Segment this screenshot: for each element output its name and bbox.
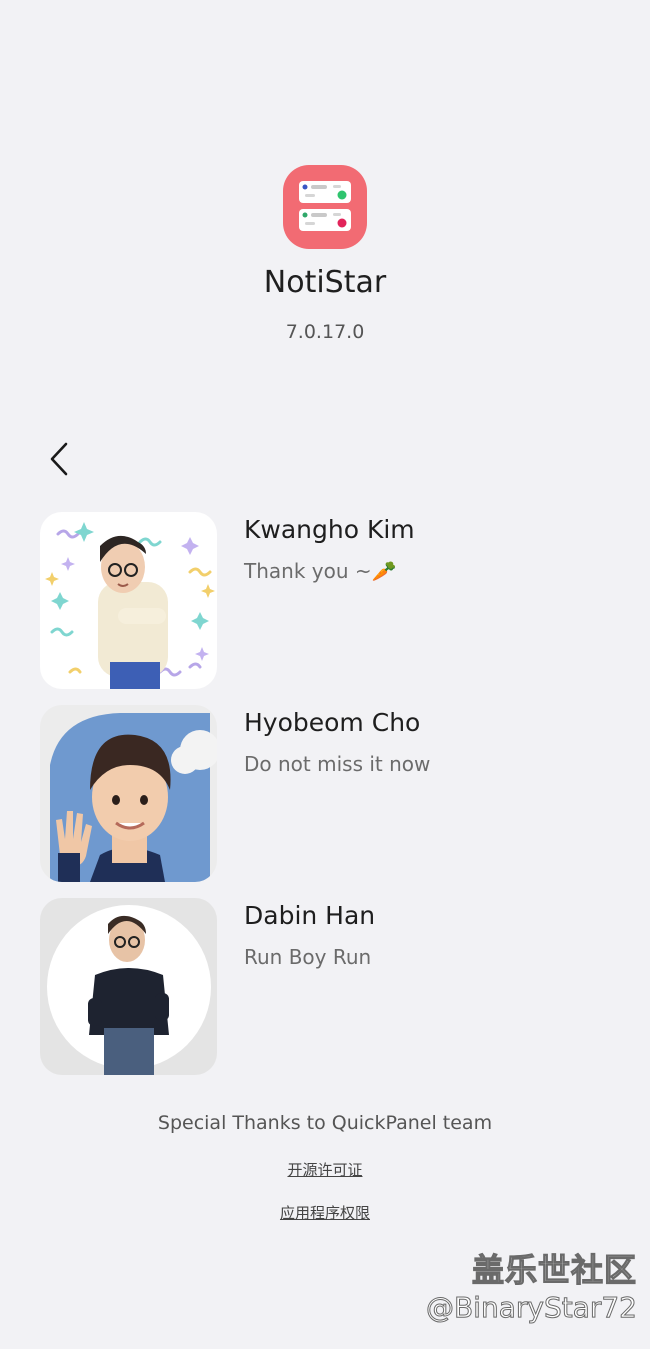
notistar-app-icon — [283, 165, 367, 249]
developer-message: Do not miss it now — [244, 752, 431, 776]
app-name: NotiStar — [263, 265, 387, 300]
app-version: 7.0.17.0 — [285, 321, 365, 343]
app-permissions-link[interactable]: 应用程序权限 — [0, 1202, 650, 1223]
back-button[interactable] — [44, 440, 76, 478]
developer-message: Thank you ~🥕 — [244, 559, 397, 583]
developer-card: Dabin Han Run Boy Run — [40, 898, 620, 1076]
watermark-title: 盖乐世社区 — [471, 1250, 637, 1289]
developer-card: Kwangho Kim Thank you ~🥕 — [40, 512, 620, 690]
special-thanks-text: Special Thanks to QuickPanel team — [157, 1112, 493, 1134]
waving-avatar — [40, 705, 217, 882]
chevron-left-icon — [50, 442, 68, 476]
watermark-handle: @BinaryStar72 — [425, 1291, 637, 1325]
developer-message: Run Boy Run — [244, 945, 372, 969]
confetti-avatar — [40, 512, 217, 689]
running-avatar — [40, 898, 217, 1075]
open-source-license-label[interactable]: 开源许可证 — [287, 1161, 362, 1179]
open-source-license-link[interactable]: 开源许可证 — [0, 1159, 650, 1180]
developer-name: Hyobeom Cho — [244, 708, 421, 737]
developer-name: Kwangho Kim — [244, 515, 415, 544]
app-permissions-label[interactable]: 应用程序权限 — [280, 1204, 370, 1222]
developer-name: Dabin Han — [244, 901, 376, 930]
developer-card: Hyobeom Cho Do not miss it now — [40, 705, 620, 883]
